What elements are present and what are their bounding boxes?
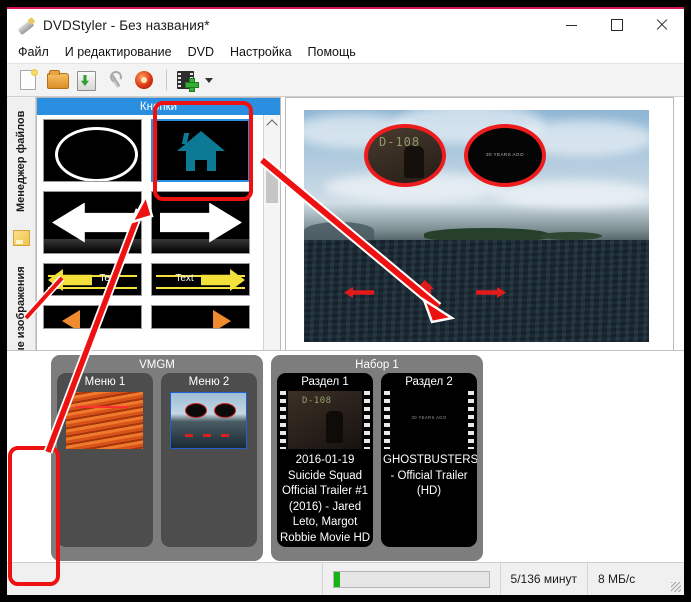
timeline-menu-2[interactable]: Меню 2 [161,373,257,547]
film-strip: 30 YEARS AGO [383,391,475,449]
wrench-settings-icon [107,71,123,89]
scrollbar-thumb[interactable] [266,169,278,203]
minimize-button[interactable] [549,9,594,41]
toolbar [7,64,684,97]
buttons-row [43,305,263,329]
timeline-menu-1[interactable]: Меню 1 [57,373,153,547]
buttons-row [43,191,263,254]
timeline-group-row: Раздел 1 D-108 2016-01-19 Suicide Squad … [273,373,481,551]
save-button[interactable] [73,67,99,93]
preview-oval-button-2[interactable]: 30 YEARS AGO [464,124,546,187]
dvdstyler-icon [16,15,36,35]
menu-help[interactable]: Помощь [308,45,356,59]
buttons-row [43,119,263,182]
film-perforation-icon [364,391,370,449]
timeline-card-title: Меню 1 [84,376,126,388]
add-video-button[interactable] [173,67,199,93]
close-button[interactable] [639,9,684,41]
minimize-icon [566,24,577,26]
timeline-card-title: Раздел 2 [405,376,453,388]
status-message-pane [7,563,323,595]
new-project-icon [20,69,38,90]
menu-file[interactable]: Файл [18,45,49,59]
button-template-label: Text [175,273,194,284]
status-duration: 5/136 минут [501,563,588,595]
timeline-group-title: Набор 1 [355,359,399,371]
button-template-arrow-right[interactable] [151,191,250,254]
window-controls [549,9,684,41]
app-window: DVDStyler - Без названия* Файл И редакти… [7,7,684,595]
buttons-row: Text Text [43,263,263,296]
timeline-chapter-2-caption: GHOSTBUSTERS - Official Trailer (HD) [383,454,477,497]
scroll-up-button[interactable] [264,115,280,131]
ellipse-icon [55,127,138,181]
film-perforation-icon [280,391,286,449]
burn-button[interactable] [131,67,157,93]
status-bar: 5/136 минут 8 МБ/с [7,562,684,595]
status-progress-pane [323,563,501,595]
button-template-label: Text [99,273,118,284]
film-perforation-icon [468,391,474,449]
button-template-orange-left[interactable] [43,305,142,329]
button-template-orange-right[interactable] [151,305,250,329]
film-perforation-icon [384,391,390,449]
arrow-left-icon [62,310,80,328]
button-template-home[interactable] [151,119,250,182]
timeline-group-title: VMGM [139,359,175,371]
sidebar-tab-file-manager[interactable]: Менеджер файлов [8,99,34,223]
home-icon [176,130,225,171]
timeline-menu-1-thumbnail [66,392,143,449]
resize-grip[interactable] [671,582,681,592]
burn-disc-icon [135,71,153,89]
timeline-card-title: Меню 2 [188,376,230,388]
arrow-right-icon [160,202,242,243]
film-strip: D-108 [279,391,371,449]
add-video-dropdown[interactable] [202,67,216,93]
menu-bar: Файл И редактирование DVD Настройка Помо… [7,41,684,64]
new-project-button[interactable] [15,67,41,93]
progress-fill [333,571,340,587]
toolbar-separator [166,70,167,90]
disc-usage-progressbar [332,570,490,588]
timeline-chapter-1[interactable]: Раздел 1 D-108 2016-01-19 Suicide Squad … [277,373,373,547]
chevron-down-icon [205,77,213,83]
timeline-chapter-2[interactable]: Раздел 2 30 YEARS AGO GHOSTBUSTERS - Off… [381,373,477,547]
button-template-ellipse[interactable] [43,119,142,182]
buttons-panel-header: Кнопки [37,98,280,115]
timeline-menu-2-thumbnail [170,392,247,449]
chevron-up-icon [266,118,278,131]
maximize-button[interactable] [594,9,639,41]
menu-dvd[interactable]: DVD [188,45,214,59]
title-bar: DVDStyler - Без названия* [7,9,684,41]
timeline-groups: VMGM Меню 1 Меню 2 Набор 1 Раздел 1 D-10… [51,355,684,561]
maximize-icon [610,19,623,31]
timeline-card-title: Раздел 1 [301,376,349,388]
preview-oval-button-1[interactable]: D-108 [364,124,446,187]
preview-nav-home[interactable] [416,280,434,298]
arrow-left-icon [52,202,134,243]
timeline-chapter-2-thumb-text: 30 YEARS AGO [411,415,447,420]
button-template-arrow-left[interactable] [43,191,142,254]
background-image-icon [13,230,30,246]
preview-oval-button-2-text: 30 YEARS AGO [486,152,524,157]
arrow-right-icon [213,310,231,328]
status-speed: 8 МБ/с [598,572,636,586]
menu-preview-canvas[interactable]: D-108 30 YEARS AGO [304,110,649,342]
plus-icon [185,78,199,92]
timeline-group-vmgm: VMGM Меню 1 Меню 2 [51,355,263,561]
settings-button[interactable] [102,67,128,93]
close-icon [656,19,668,31]
menu-settings[interactable]: Настройка [230,45,292,59]
menu-edit[interactable]: И редактирование [65,45,172,59]
timeline-chapter-1-caption: 2016-01-19 Suicide Squad Official Traile… [279,454,371,544]
open-folder-icon [47,70,69,89]
timeline-group-row: Меню 1 Меню 2 [53,373,261,551]
window-title: DVDStyler - Без названия* [43,17,210,33]
save-icon [77,71,96,91]
open-folder-button[interactable] [44,67,70,93]
timeline-panel: VMGM Меню 1 Меню 2 Набор 1 Раздел 1 D-10… [7,350,684,563]
button-template-text-right[interactable]: Text [151,263,250,296]
timeline-group-titleset-1: Набор 1 Раздел 1 D-108 2016-01-19 Suicid… [271,355,483,561]
button-template-text-left[interactable]: Text [43,263,142,296]
